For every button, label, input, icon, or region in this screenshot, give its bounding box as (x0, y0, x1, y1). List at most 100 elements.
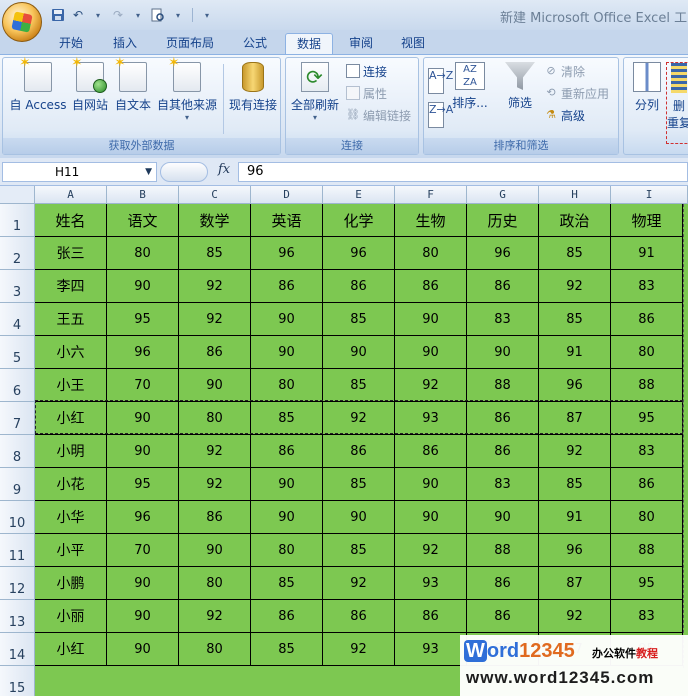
table-header-cell[interactable]: 历史 (467, 204, 539, 237)
table-cell[interactable]: 83 (611, 600, 683, 633)
tab-data[interactable]: 数据 (285, 33, 333, 54)
table-cell[interactable]: 90 (179, 369, 251, 402)
table-cell[interactable]: 83 (467, 468, 539, 501)
refresh-all-button[interactable]: 全部刷新 ▾ (288, 62, 342, 122)
filter-button[interactable]: 筛选 (502, 62, 538, 111)
table-header-cell[interactable]: 生物 (395, 204, 467, 237)
table-cell[interactable]: 96 (467, 237, 539, 270)
formula-bar-resize-handle[interactable] (160, 162, 208, 182)
table-cell[interactable]: 80 (611, 501, 683, 534)
table-cell[interactable]: 92 (539, 270, 611, 303)
column-header-d[interactable]: D (251, 186, 323, 204)
table-cell[interactable]: 90 (107, 567, 179, 600)
select-all-corner[interactable] (0, 186, 35, 204)
from-web-button[interactable]: 自网站 (69, 55, 111, 113)
redo-dropdown-icon[interactable]: ▾ (130, 7, 146, 23)
table-cell[interactable]: 92 (179, 468, 251, 501)
table-cell[interactable]: 93 (395, 567, 467, 600)
table-cell[interactable]: 小六 (35, 336, 107, 369)
row-header-6[interactable]: 6 (0, 369, 35, 402)
row-header-1[interactable]: 1 (0, 204, 35, 237)
preview-dropdown-icon[interactable]: ▾ (170, 7, 186, 23)
table-cell[interactable]: 90 (107, 270, 179, 303)
table-cell[interactable]: 86 (395, 270, 467, 303)
table-header-cell[interactable]: 政治 (539, 204, 611, 237)
table-cell[interactable]: 92 (179, 303, 251, 336)
reapply-button[interactable]: ⟲ 重新应用 (544, 84, 609, 102)
table-cell[interactable]: 90 (395, 336, 467, 369)
column-header-c[interactable]: C (179, 186, 251, 204)
table-cell[interactable]: 86 (395, 600, 467, 633)
table-cell[interactable]: 85 (323, 534, 395, 567)
tab-page-layout[interactable]: 页面布局 (158, 33, 222, 54)
table-cell[interactable]: 80 (611, 336, 683, 369)
table-cell[interactable]: 86 (323, 600, 395, 633)
remove-duplicates-button[interactable]: 删 重复 (666, 62, 688, 144)
table-cell[interactable]: 90 (395, 468, 467, 501)
table-cell[interactable]: 86 (179, 501, 251, 534)
table-cell[interactable]: 96 (251, 237, 323, 270)
chevron-down-icon[interactable]: ▼ (145, 163, 152, 181)
table-cell[interactable]: 80 (251, 369, 323, 402)
clear-filter-button[interactable]: ⊘ 清除 (544, 62, 585, 80)
table-cell[interactable]: 83 (611, 270, 683, 303)
undo-dropdown-icon[interactable]: ▾ (90, 7, 106, 23)
from-access-button[interactable]: 自 Access (7, 55, 69, 113)
row-header-5[interactable]: 5 (0, 336, 35, 369)
table-cell[interactable]: 90 (179, 534, 251, 567)
table-cell[interactable]: 92 (323, 402, 395, 435)
tab-home[interactable]: 开始 (50, 33, 92, 54)
save-icon[interactable] (50, 7, 66, 23)
row-header-11[interactable]: 11 (0, 534, 35, 567)
table-cell[interactable]: 95 (611, 402, 683, 435)
sort-ascending-button[interactable]: A→Z (428, 68, 453, 94)
table-cell[interactable]: 86 (251, 270, 323, 303)
row-header-8[interactable]: 8 (0, 435, 35, 468)
table-cell[interactable]: 70 (107, 534, 179, 567)
table-cell[interactable]: 96 (539, 534, 611, 567)
table-header-cell[interactable]: 化学 (323, 204, 395, 237)
column-header-a[interactable]: A (35, 186, 107, 204)
table-cell[interactable]: 93 (395, 402, 467, 435)
table-cell[interactable]: 88 (611, 534, 683, 567)
table-cell[interactable]: 90 (251, 501, 323, 534)
table-cell[interactable]: 95 (107, 303, 179, 336)
table-cell[interactable]: 90 (107, 402, 179, 435)
office-button[interactable] (2, 2, 42, 42)
table-cell[interactable]: 李四 (35, 270, 107, 303)
table-cell[interactable]: 80 (179, 402, 251, 435)
table-cell[interactable]: 85 (251, 402, 323, 435)
table-cell[interactable]: 96 (107, 336, 179, 369)
table-cell[interactable]: 70 (107, 369, 179, 402)
table-cell[interactable]: 83 (467, 303, 539, 336)
row-header-12[interactable]: 12 (0, 567, 35, 600)
table-cell[interactable]: 王五 (35, 303, 107, 336)
table-cell[interactable]: 86 (395, 435, 467, 468)
table-cell[interactable]: 85 (323, 369, 395, 402)
table-cell[interactable]: 86 (323, 270, 395, 303)
tab-formulas[interactable]: 公式 (234, 33, 276, 54)
table-cell[interactable]: 86 (251, 600, 323, 633)
table-cell[interactable]: 88 (467, 369, 539, 402)
column-header-b[interactable]: B (107, 186, 179, 204)
table-header-cell[interactable]: 数学 (179, 204, 251, 237)
row-header-14[interactable]: 14 (0, 633, 35, 666)
redo-icon[interactable]: ↷ (110, 7, 126, 23)
edit-links-button[interactable]: ⛓ 编辑链接 (346, 106, 411, 124)
table-cell[interactable]: 90 (323, 336, 395, 369)
table-cell[interactable]: 90 (251, 303, 323, 336)
name-box[interactable]: H11 ▼ (2, 162, 157, 182)
column-header-i[interactable]: I (611, 186, 688, 204)
table-cell[interactable]: 90 (395, 303, 467, 336)
table-cell[interactable]: 96 (323, 237, 395, 270)
table-cell[interactable]: 80 (251, 534, 323, 567)
table-header-cell[interactable]: 语文 (107, 204, 179, 237)
table-cell[interactable]: 93 (395, 633, 467, 666)
row-header-9[interactable]: 9 (0, 468, 35, 501)
row-header-15[interactable]: 15 (0, 666, 35, 696)
table-cell[interactable]: 小丽 (35, 600, 107, 633)
column-header-f[interactable]: F (395, 186, 467, 204)
advanced-filter-button[interactable]: ⚗ 高级 (544, 106, 585, 124)
connections-button[interactable]: 连接 (346, 62, 387, 80)
table-cell[interactable]: 92 (179, 435, 251, 468)
